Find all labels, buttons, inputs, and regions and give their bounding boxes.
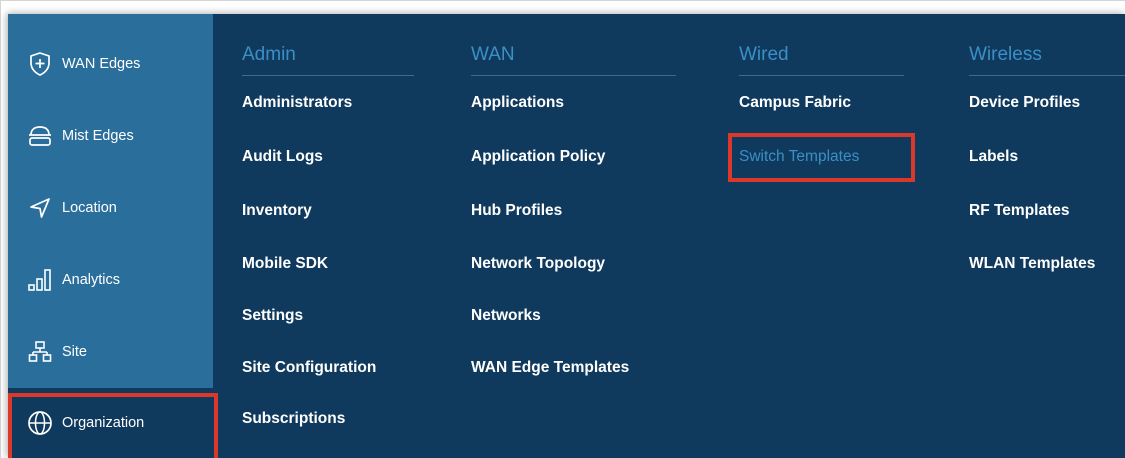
column-heading: Wired (739, 44, 789, 65)
menu-item-site-configuration[interactable]: Site Configuration (242, 359, 376, 377)
sidebar-item-label: WAN Edges (62, 56, 141, 72)
shield-plus-icon (25, 49, 55, 79)
mist-edge-icon (25, 121, 55, 151)
sidebar-item-organization[interactable]: Organization (8, 388, 213, 458)
site-hierarchy-icon (25, 337, 55, 367)
menu-item-wlan-templates[interactable]: WLAN Templates (969, 255, 1095, 273)
sidebar-item-label: Site (62, 344, 87, 360)
menu-item-device-profiles[interactable]: Device Profiles (969, 94, 1080, 112)
sidebar-item-location[interactable]: Location (8, 172, 213, 244)
sidebar-item-label: Mist Edges (62, 128, 134, 144)
menu-item-campus-fabric[interactable]: Campus Fabric (739, 94, 851, 112)
sidebar-item-analytics[interactable]: Analytics (8, 244, 213, 316)
column-divider (242, 75, 414, 76)
sidebar-item-mist-edges[interactable]: Mist Edges (8, 100, 213, 172)
sidebar-item-label: Location (62, 200, 117, 216)
menu-item-switch-templates[interactable]: Switch Templates (739, 148, 859, 166)
menu-item-audit-logs[interactable]: Audit Logs (242, 148, 323, 166)
menu-item-applications[interactable]: Applications (471, 94, 564, 112)
menu-item-subscriptions[interactable]: Subscriptions (242, 410, 345, 428)
globe-icon (25, 408, 55, 438)
menu-item-hub-profiles[interactable]: Hub Profiles (471, 202, 562, 220)
menu-item-application-policy[interactable]: Application Policy (471, 148, 605, 166)
menu-item-labels[interactable]: Labels (969, 148, 1018, 166)
menu-item-mobile-sdk[interactable]: Mobile SDK (242, 255, 328, 273)
menu-item-administrators[interactable]: Administrators (242, 94, 352, 112)
sidebar-item-label: Organization (62, 415, 145, 431)
sidebar-item-site[interactable]: Site (8, 316, 213, 388)
menu-item-inventory[interactable]: Inventory (242, 202, 312, 220)
menu-item-rf-templates[interactable]: RF Templates (969, 202, 1070, 220)
location-arrow-icon (25, 193, 55, 223)
analytics-bars-icon (25, 265, 55, 295)
sidebar-item-label: Analytics (62, 272, 121, 288)
menu-item-network-topology[interactable]: Network Topology (471, 255, 605, 273)
menu-item-settings[interactable]: Settings (242, 307, 303, 325)
column-divider (739, 75, 904, 76)
column-divider (471, 75, 676, 76)
column-divider (969, 75, 1125, 76)
sidebar: WAN Edges Mist Edges Location Analytics … (8, 14, 213, 458)
org-menu-panel: WAN Edges Mist Edges Location Analytics … (8, 14, 1125, 458)
menu-item-networks[interactable]: Networks (471, 307, 541, 325)
column-heading: Admin (242, 44, 296, 65)
menu-item-wan-edge-templates[interactable]: WAN Edge Templates (471, 359, 629, 377)
column-heading: Wireless (969, 44, 1042, 65)
sidebar-item-wan-edges[interactable]: WAN Edges (8, 28, 213, 100)
column-heading: WAN (471, 44, 515, 65)
